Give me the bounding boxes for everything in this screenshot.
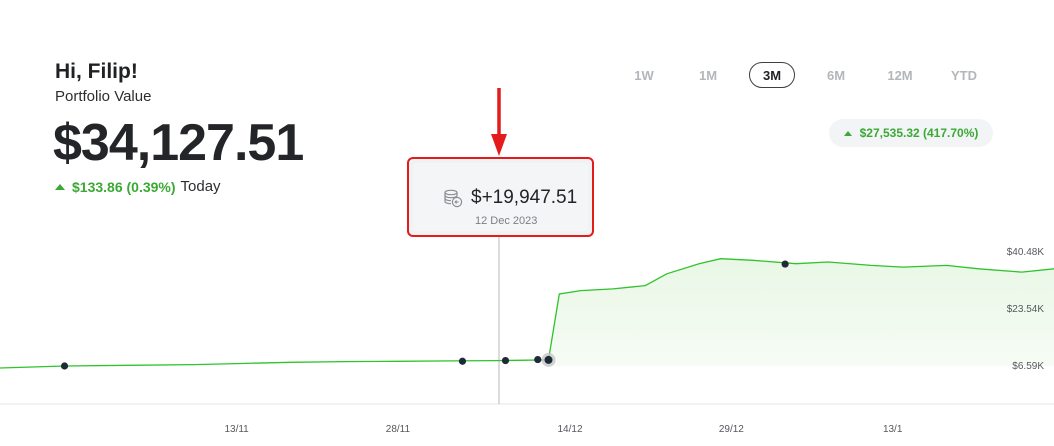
transaction-marker[interactable] <box>60 362 69 370</box>
tooltip-body: $+19,947.51 12 Dec 2023 <box>413 163 588 231</box>
transaction-marker[interactable] <box>458 357 467 365</box>
red-arrow-icon <box>491 88 507 156</box>
y-tick-label: $6.59K <box>1012 361 1044 372</box>
tooltip-date: 12 Dec 2023 <box>475 215 538 227</box>
x-tick-label: 14/12 <box>558 424 583 435</box>
y-tick-label: $40.48K <box>1007 247 1045 258</box>
y-tick-label: $23.54K <box>1007 304 1045 315</box>
coins-icon <box>444 189 463 208</box>
transaction-marker[interactable] <box>781 260 789 268</box>
tooltip-value: $+19,947.51 <box>471 187 578 208</box>
chart-tooltip: $+19,947.51 12 Dec 2023 <box>407 157 594 237</box>
chart-area-fill <box>548 258 1054 366</box>
x-tick-label: 13/11 <box>224 424 249 435</box>
selected-point[interactable] <box>544 355 553 364</box>
transaction-marker[interactable] <box>534 355 542 364</box>
x-tick-label: 13/1 <box>883 424 903 435</box>
x-tick-label: 28/11 <box>386 424 411 435</box>
x-tick-label: 29/12 <box>719 424 744 435</box>
transaction-marker[interactable] <box>501 356 510 365</box>
